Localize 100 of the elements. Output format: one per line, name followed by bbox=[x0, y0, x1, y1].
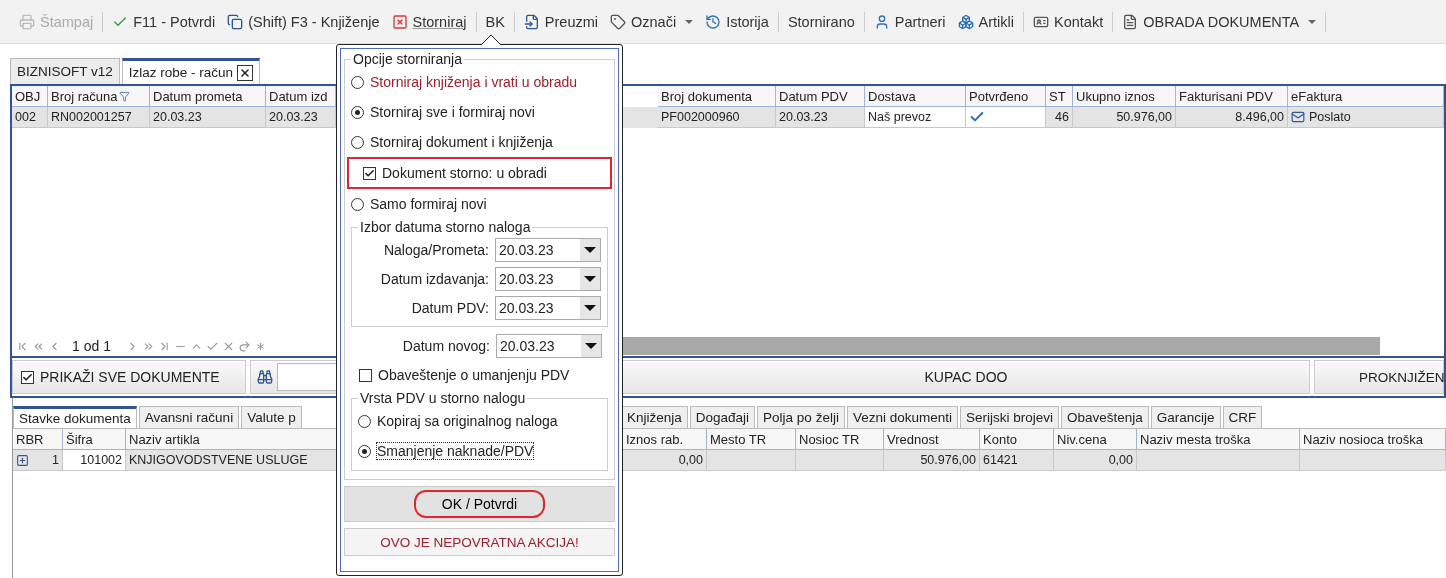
column-header[interactable]: Naziv artikla bbox=[126, 429, 337, 450]
dropdown-button[interactable] bbox=[580, 267, 600, 290]
dropdown-button[interactable] bbox=[580, 296, 600, 319]
toolbar-button[interactable]: Artikli bbox=[954, 11, 1018, 32]
radio-option[interactable]: Samo formiraj novi bbox=[351, 189, 608, 219]
binoculars-icon[interactable] bbox=[257, 369, 273, 385]
column-header[interactable]: Potvrđeno bbox=[966, 86, 1046, 107]
detail-tab[interactable]: Valute p bbox=[241, 406, 302, 428]
tab-label: Izlaz robe - račun bbox=[128, 65, 234, 80]
detail-tab[interactable]: Stavke dokumenta bbox=[13, 406, 137, 428]
column-header[interactable]: Mesto TR bbox=[707, 429, 796, 450]
field-label: Datum PDV: bbox=[411, 299, 489, 316]
column-header[interactable]: RBR bbox=[13, 429, 63, 450]
checkbox[interactable] bbox=[359, 368, 372, 382]
redo-icon[interactable] bbox=[237, 339, 251, 353]
customer-label: KUPAC DOO bbox=[622, 360, 1310, 394]
column-header[interactable]: Broj dokumenta bbox=[658, 86, 776, 107]
table-cell: 46 bbox=[1046, 107, 1073, 128]
page-indicator: 1 od 1 bbox=[72, 338, 111, 354]
document-tab[interactable]: Izlaz robe - račun bbox=[121, 58, 261, 84]
detail-tab[interactable]: Serijski brojevi bbox=[959, 406, 1059, 428]
import-icon bbox=[523, 13, 540, 30]
column-header[interactable]: Šifra bbox=[63, 429, 126, 450]
detail-tab[interactable]: Avansni računi bbox=[138, 406, 240, 428]
column-header[interactable]: Naziv mesta troška bbox=[1137, 429, 1300, 450]
document-icon bbox=[1122, 13, 1139, 30]
column-header[interactable]: Konto bbox=[980, 429, 1054, 450]
date-field[interactable]: 20.03.23 bbox=[495, 295, 601, 320]
column-header[interactable]: Naziv nosioca troška bbox=[1300, 429, 1446, 450]
checkbox[interactable] bbox=[363, 166, 376, 180]
x-document-icon bbox=[391, 13, 408, 30]
detail-tab[interactable]: Vezni dokumenti bbox=[846, 406, 958, 428]
checkbox[interactable] bbox=[21, 370, 34, 384]
column-header[interactable]: OBJ bbox=[12, 86, 48, 107]
radio-option[interactable]: Smanjenje naknade/PDV bbox=[358, 436, 601, 466]
table-cell: 101002 bbox=[63, 450, 126, 471]
table-cell: 8.496,00 bbox=[1176, 107, 1288, 128]
column-header[interactable]: Datum izd bbox=[266, 86, 336, 107]
detail-tab[interactable]: CRF bbox=[1222, 406, 1263, 428]
toolbar-button[interactable]: (Shift) F3 - Knjiženje bbox=[224, 11, 383, 32]
column-header[interactable]: eFaktura bbox=[1288, 86, 1444, 107]
tab-label: BIZNISOFT v12 bbox=[17, 64, 113, 79]
ok-button[interactable]: OK / Potvrdi bbox=[413, 490, 546, 518]
show-all-checkbox[interactable]: PRIKAŽI SVE DOKUMENTE bbox=[12, 360, 246, 394]
column-header[interactable]: Fakturisani PDV bbox=[1176, 86, 1288, 107]
checkbox-option[interactable]: Dokument storno: u obradi bbox=[347, 157, 612, 189]
field-label: Naloga/Prometa: bbox=[383, 241, 489, 258]
toolbar-button[interactable]: Kontakt bbox=[1030, 11, 1107, 32]
radio-button[interactable] bbox=[358, 414, 371, 428]
dropdown-button[interactable] bbox=[580, 238, 600, 261]
toolbar-button[interactable]: Istorija bbox=[702, 11, 772, 32]
toolbar-button[interactable]: BK bbox=[482, 11, 508, 32]
column-header[interactable]: Nosioc TR bbox=[796, 429, 884, 450]
field-label: Datum izdavanja: bbox=[380, 270, 489, 287]
history-icon bbox=[705, 13, 722, 30]
detail-tab[interactable]: Garancije bbox=[1150, 406, 1221, 428]
table-cell: PF002000960 bbox=[658, 107, 776, 128]
toolbar-button[interactable]: Označi bbox=[607, 11, 697, 32]
status-label: PROKNJIŽEN bbox=[1314, 360, 1444, 394]
radio-option[interactable]: Kopiraj sa originalnog naloga bbox=[358, 406, 601, 436]
column-header[interactable]: Datum prometa bbox=[150, 86, 266, 107]
filter-icon[interactable] bbox=[119, 90, 131, 102]
toolbar-button[interactable]: OBRADA DOKUMENTA bbox=[1119, 11, 1320, 32]
close-icon[interactable] bbox=[237, 64, 254, 81]
detail-tab[interactable]: Događaji bbox=[689, 406, 756, 428]
detail-tab[interactable]: Polja po želji bbox=[757, 406, 845, 428]
column-header[interactable]: ST bbox=[1046, 86, 1073, 107]
date-field[interactable]: 20.03.23 bbox=[495, 266, 601, 291]
column-header[interactable]: Vrednost bbox=[884, 429, 980, 450]
detail-tab[interactable]: Obaveštenja bbox=[1061, 406, 1149, 428]
column-header[interactable]: Datum PDV bbox=[776, 86, 865, 107]
date-field[interactable]: 20.03.23 bbox=[495, 237, 601, 262]
printer-icon bbox=[19, 13, 35, 30]
toolbar-button[interactable]: F11 - Potvrdi bbox=[109, 11, 219, 32]
column-header[interactable]: Broj računa bbox=[48, 86, 150, 107]
radio-button[interactable] bbox=[351, 105, 364, 119]
table-cell: 20.03.23 bbox=[150, 107, 266, 128]
column-header[interactable]: Niv.cena bbox=[1054, 429, 1137, 450]
toolbar-button[interactable]: Stornirano bbox=[784, 11, 858, 32]
radio-button[interactable] bbox=[351, 75, 364, 89]
toolbar-button[interactable]: Storniraj bbox=[388, 11, 470, 32]
table-cell: Poslato bbox=[1288, 107, 1444, 128]
date-field[interactable]: 20.03.23 bbox=[496, 333, 602, 358]
document-tab[interactable]: BIZNISOFT v12 bbox=[10, 58, 120, 84]
radio-option[interactable]: Storniraj sve i formiraj novi bbox=[351, 97, 608, 127]
dropdown-button[interactable] bbox=[581, 334, 601, 357]
mail-icon bbox=[1291, 110, 1305, 124]
radio-button[interactable] bbox=[351, 135, 364, 149]
column-header[interactable]: Iznos rab. bbox=[623, 429, 707, 450]
expand-icon[interactable] bbox=[16, 453, 29, 467]
radio-option[interactable]: Storniraj knjiženja i vrati u obradu bbox=[351, 67, 608, 97]
column-header[interactable]: Ukupno iznos bbox=[1073, 86, 1176, 107]
radio-button[interactable] bbox=[351, 197, 364, 211]
toolbar-button[interactable]: Preuzmi bbox=[520, 11, 602, 32]
detail-tab[interactable]: Knjiženja bbox=[621, 406, 688, 428]
toolbar-button[interactable]: Partneri bbox=[870, 11, 949, 32]
column-header[interactable]: Dostava bbox=[865, 86, 966, 107]
warning-text: OVO JE NEPOVRATNA AKCIJA! bbox=[344, 528, 615, 556]
radio-button[interactable] bbox=[358, 444, 371, 458]
radio-option[interactable]: Storniraj dokument i knjiženja bbox=[351, 127, 608, 157]
